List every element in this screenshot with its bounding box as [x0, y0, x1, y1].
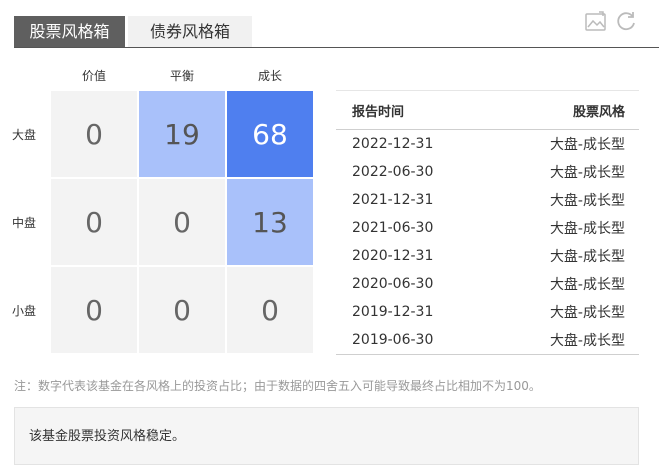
table-row: 2020-06-30 大盘-成长型: [336, 270, 639, 298]
report-date: 2021-12-31: [352, 192, 434, 208]
report-date: 2022-12-31: [352, 136, 434, 152]
stock-style: 大盘-成长型: [549, 305, 625, 321]
row-label-small-cap: 小盘: [11, 304, 36, 318]
style-tabs: 股票风格箱 债券风格箱: [14, 16, 659, 48]
style-cell-small-blend: 0: [139, 267, 225, 353]
row-label-mid-cap: 中盘: [11, 216, 36, 230]
style-cell-large-blend: 19: [139, 91, 225, 177]
style-cell-small-growth: 0: [227, 267, 313, 353]
report-date: 2019-12-31: [352, 304, 434, 320]
report-date: 2020-06-30: [352, 276, 434, 292]
table-row: 2021-12-31 大盘-成长型: [336, 186, 639, 214]
stock-style: 大盘-成长型: [549, 165, 625, 181]
stock-style: 大盘-成长型: [549, 137, 625, 153]
style-cell-mid-blend: 0: [139, 179, 225, 265]
stock-style: 大盘-成长型: [549, 193, 625, 209]
tab-bond-style-box[interactable]: 债券风格箱: [128, 16, 252, 47]
column-label-growth: 成长: [257, 69, 282, 83]
style-history-table: 报告时间 股票风格 2022-12-31 大盘-成长型 2022-06-30 大盘-…: [336, 90, 639, 355]
style-cell-small-value: 0: [51, 267, 137, 353]
stock-style: 大盘-成长型: [549, 221, 625, 237]
refresh-icon[interactable]: [614, 10, 638, 34]
column-label-value: 价值: [81, 69, 106, 83]
table-row: 2021-06-30 大盘-成长型: [336, 214, 639, 242]
stock-style: 大盘-成长型: [549, 249, 625, 265]
report-date: 2022-06-30: [352, 164, 434, 180]
style-cell-large-value: 0: [51, 91, 137, 177]
style-cell-mid-growth: 13: [227, 179, 313, 265]
report-date: 2019-06-30: [352, 332, 434, 348]
tab-stock-style-box[interactable]: 股票风格箱: [14, 16, 125, 47]
table-row: 2019-12-31 大盘-成长型: [336, 298, 639, 326]
style-summary-box: 该基金股票投资风格稳定。: [14, 407, 639, 465]
footnote: 注：数字代表该基金在各风格上的投资占比；由于数据的四舍五入可能导致最终占比相加不…: [14, 379, 541, 393]
header-stock-style: 股票风格: [572, 104, 625, 120]
table-row: 2019-06-30 大盘-成长型: [336, 326, 639, 354]
style-cell-mid-value: 0: [51, 179, 137, 265]
report-date: 2020-12-31: [352, 248, 434, 264]
tabs-divider: [14, 47, 659, 48]
style-summary-text: 该基金股票投资风格稳定。: [29, 429, 186, 444]
stock-style: 大盘-成长型: [549, 277, 625, 293]
table-row: 2022-12-31 大盘-成长型: [336, 130, 639, 158]
table-row: 2022-06-30 大盘-成长型: [336, 158, 639, 186]
table-bottom-border: [336, 354, 639, 355]
table-row: 2020-12-31 大盘-成长型: [336, 242, 639, 270]
table-header: 报告时间 股票风格: [336, 90, 639, 130]
style-cell-large-growth: 68: [227, 91, 313, 177]
header-report-date: 报告时间: [352, 104, 405, 120]
report-date: 2021-06-30: [352, 220, 434, 236]
row-label-large-cap: 大盘: [11, 128, 36, 142]
image-icon[interactable]: [584, 10, 608, 34]
column-label-blend: 平衡: [169, 69, 194, 83]
stock-style: 大盘-成长型: [549, 333, 625, 349]
